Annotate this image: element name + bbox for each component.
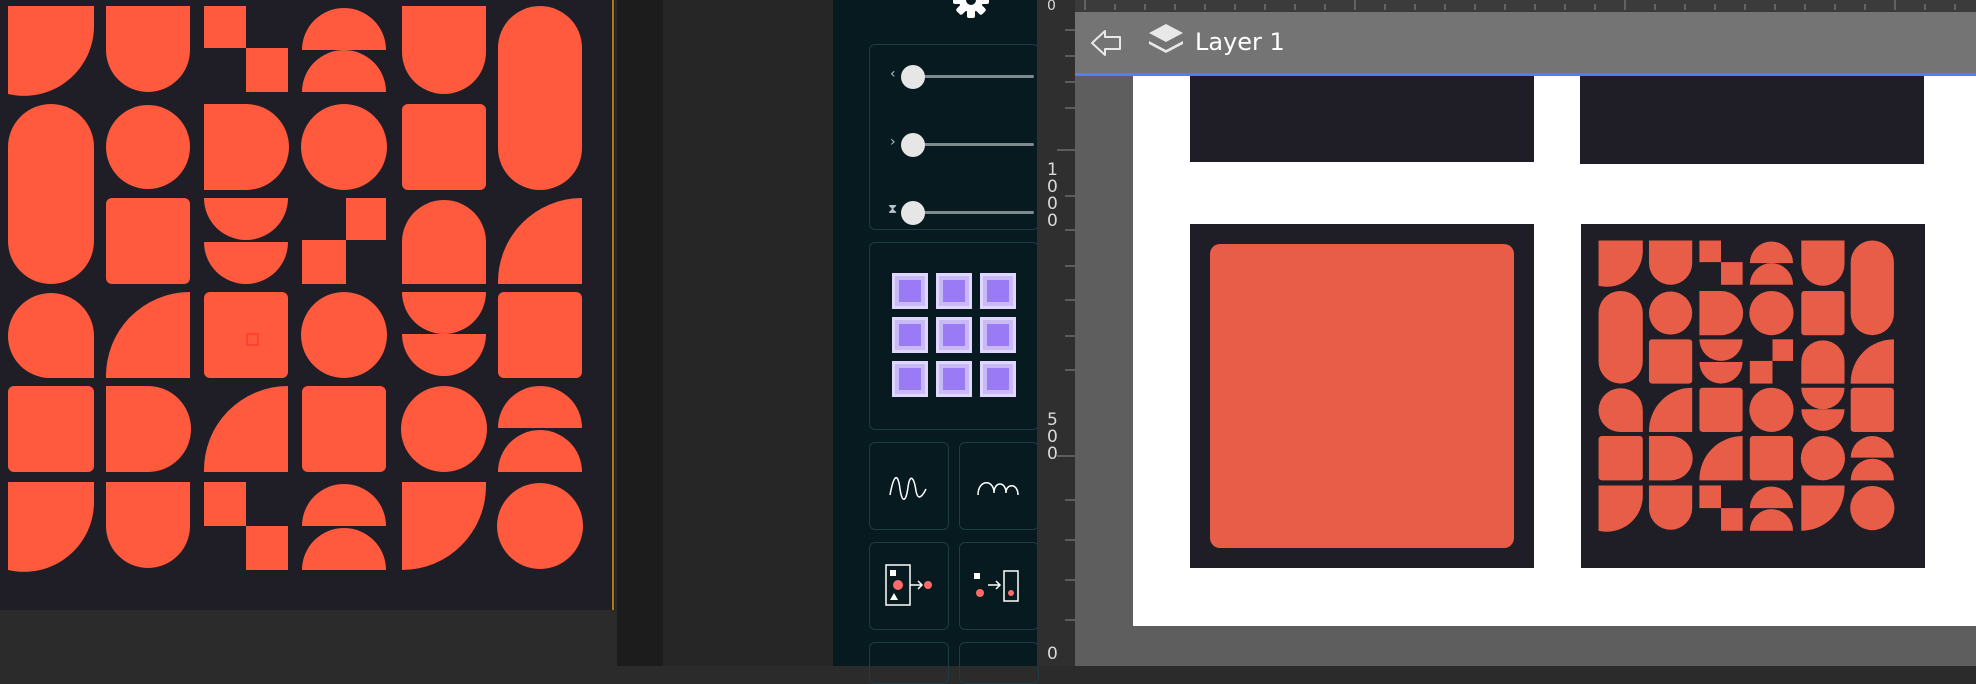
ruler-label-bottom: 0 — [1047, 644, 1058, 664]
hourglass-icon: ⧗ — [888, 202, 898, 217]
alignment-grid-card — [869, 242, 1039, 430]
empty-panel — [663, 0, 833, 666]
gear-icon[interactable] — [951, 0, 991, 20]
dot-to-shape-button[interactable] — [959, 542, 1039, 630]
wave-button[interactable] — [869, 442, 949, 530]
ruler-ticks — [1057, 29, 1075, 621]
align-top-left[interactable] — [892, 273, 928, 309]
ruler-label-top: 0 — [1047, 0, 1056, 14]
bumps-icon — [977, 482, 1019, 496]
slider-knob-3[interactable] — [901, 201, 925, 225]
align-center[interactable] — [936, 317, 972, 353]
panel-gap — [617, 0, 663, 666]
shape-to-dot-icon — [885, 564, 932, 606]
ruler-h-ticks — [1084, 0, 1956, 10]
layer-toolbar: Layer 1 — [1075, 12, 1976, 76]
ruler-label-500: 500 — [1047, 410, 1058, 464]
ruler-label-1000: 1000 — [1047, 160, 1058, 231]
align-bottom-center[interactable] — [936, 361, 972, 397]
align-top-center[interactable] — [936, 273, 972, 309]
pattern-canvas[interactable] — [0, 0, 615, 610]
align-bottom-left[interactable] — [892, 361, 928, 397]
align-bottom-right[interactable] — [980, 361, 1016, 397]
slider-knob-1[interactable] — [901, 65, 925, 89]
more-button-2[interactable] — [959, 642, 1039, 684]
canvas-frame — [0, 0, 614, 610]
wave-icon — [889, 477, 927, 500]
bumps-button[interactable] — [959, 442, 1039, 530]
back-arrow-icon[interactable] — [1089, 26, 1123, 60]
layers-icon — [1149, 24, 1183, 53]
layer-name[interactable]: Layer 1 — [1195, 28, 1285, 56]
artboard-top-left[interactable] — [1190, 76, 1534, 162]
artboard-top-right[interactable] — [1580, 76, 1924, 164]
chevron-left-icon: ‹ — [890, 66, 896, 82]
pattern-thumbnail — [1598, 240, 1895, 532]
sliders-card: ‹ › ⧗ — [869, 44, 1039, 230]
shape-to-dot-button[interactable] — [869, 542, 949, 630]
more-button-1[interactable] — [869, 642, 949, 684]
align-middle-left[interactable] — [892, 317, 928, 353]
align-middle-right[interactable] — [980, 317, 1016, 353]
align-top-right[interactable] — [980, 273, 1016, 309]
artboard-page[interactable] — [1133, 76, 1976, 626]
chevron-right-icon: › — [890, 134, 896, 150]
rounded-square-shape[interactable] — [1210, 244, 1514, 548]
dot-to-shape-icon — [974, 570, 1019, 602]
artboard-solid-square[interactable] — [1190, 224, 1534, 568]
artboard-pattern-preview[interactable] — [1581, 224, 1925, 568]
slider-knob-2[interactable] — [901, 133, 925, 157]
vertical-ruler: 0 1000 500 0 — [1037, 0, 1076, 666]
tools-panel: ‹ › ⧗ — [833, 0, 1039, 684]
